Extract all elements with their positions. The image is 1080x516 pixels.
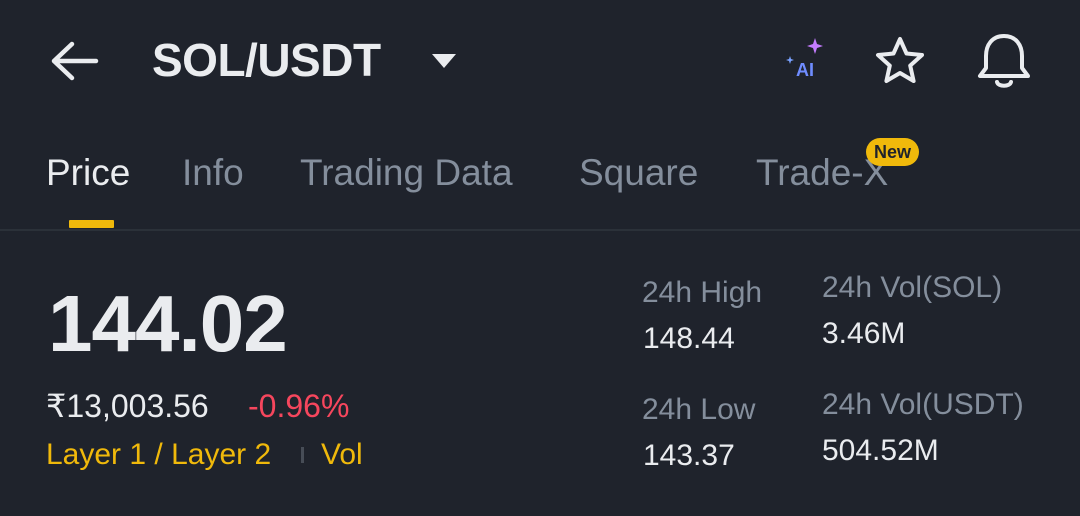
arrow-left-icon [51,41,99,81]
vol-tag[interactable]: Vol [321,436,363,474]
alert-button[interactable] [972,30,1036,92]
low-24h-value: 143.37 [643,439,735,472]
ai-button[interactable]: AI [780,34,832,86]
pair-title[interactable]: SOL/USDT [152,30,381,90]
vol-base-24h-label: 24h Vol(SOL) [822,271,1003,304]
back-button[interactable] [48,38,100,84]
high-24h-value: 148.44 [643,322,735,355]
pair-dropdown-button[interactable] [428,48,460,72]
tab-square[interactable]: Square [579,150,698,196]
price-change-percent: -0.96% [248,388,350,424]
high-24h-label: 24h High [642,276,763,309]
vol-base-24h-value: 3.46M [822,317,906,350]
tab-info[interactable]: Info [182,150,244,196]
category-tag[interactable]: Layer 1 / Layer 2 [46,436,271,474]
star-icon [876,37,924,83]
vol-quote-24h-value: 504.52M [822,434,939,467]
last-price: 144.02 [48,279,288,368]
tab-price[interactable]: Price [46,150,130,196]
low-24h-label: 24h Low [642,393,756,426]
caret-down-icon [432,54,456,68]
bell-icon [978,34,1030,88]
active-tab-indicator [69,220,114,228]
favorite-button[interactable] [872,34,928,90]
fiat-price: ₹13,003.56 [46,388,209,424]
ai-label: AI [796,60,814,80]
vol-quote-24h-label: 24h Vol(USDT) [822,388,1024,421]
divider [0,229,1080,231]
tab-trading-data[interactable]: Trading Data [300,150,513,196]
tag-separator [301,447,304,463]
new-badge: New [866,138,920,166]
